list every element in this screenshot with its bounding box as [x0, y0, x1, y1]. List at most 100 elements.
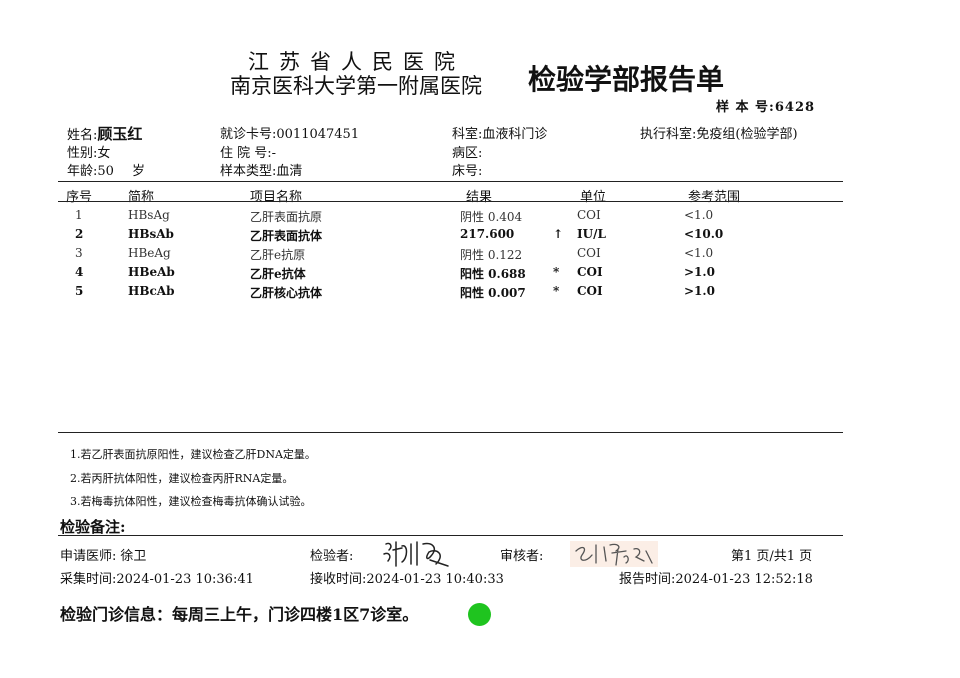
requesting-doctor-label: 申请医师:	[60, 549, 117, 564]
sample-type-value: 血清	[276, 164, 303, 179]
sample-number: 样 本 号:6428	[716, 96, 815, 115]
table-top-rule	[58, 181, 843, 182]
note-3: 3.若梅毒抗体阳性，建议检查梅毒抗体确认试验。	[70, 495, 312, 508]
sample-number-label: 样 本 号:	[716, 100, 775, 115]
receive-time-value: 2024-01-23 10:40:33	[366, 572, 504, 587]
row-abbr: HBsAg	[128, 208, 170, 222]
row-abbr: HBeAb	[128, 265, 175, 279]
card-number: 就诊卡号:0011047451	[220, 123, 359, 142]
sample-type: 样本类型:血清	[220, 160, 302, 179]
row-flag: *	[553, 265, 560, 279]
col-header-result: 结果	[466, 190, 493, 205]
requesting-doctor: 申请医师: 徐卫	[60, 545, 146, 564]
row-name: 乙肝表面抗体	[250, 229, 323, 243]
department: 科室:血液科门诊	[452, 123, 547, 142]
row-range: >1.0	[684, 284, 715, 298]
collect-time-label: 采集时间:	[60, 572, 117, 587]
note-2: 2.若丙肝抗体阳性，建议检查丙肝RNA定量。	[70, 472, 294, 485]
row-seq: 4	[75, 265, 84, 279]
admission-number: 住 院 号:-	[220, 142, 276, 161]
reviewer-signature	[570, 541, 658, 567]
age-unit: 岁	[131, 164, 145, 179]
department-label: 科室:	[452, 127, 483, 142]
card-number-label: 就诊卡号:	[220, 127, 277, 142]
row-abbr: HBeAg	[128, 246, 171, 260]
row-result: 阳性 0.007	[460, 286, 526, 300]
row-abbr: HBcAb	[128, 284, 175, 298]
page-info: 第1 页/共1 页	[731, 549, 813, 564]
tester-signature	[383, 541, 449, 567]
row-seq: 3	[75, 246, 83, 260]
department-value: 血液科门诊	[482, 127, 548, 142]
bed: 床号:	[452, 160, 482, 179]
card-number-value: 0011047451	[276, 127, 360, 142]
remarks-label: 检验备注:	[60, 518, 126, 536]
col-header-abbr: 简称	[128, 190, 155, 205]
collect-time-value: 2024-01-23 10:36:41	[116, 572, 254, 587]
table-header-rule	[58, 201, 843, 202]
table-row: 2 HBsAb 乙肝表面抗体 217.600 ↑ IU/L <10.0	[0, 227, 960, 246]
age-label: 年龄:	[67, 164, 98, 179]
report-time-label: 报告时间:	[619, 572, 676, 587]
patient-name-label: 姓名:	[67, 128, 98, 143]
row-name: 乙肝核心抗体	[250, 286, 323, 300]
exec-department-label: 执行科室:	[640, 127, 697, 142]
report-time-value: 2024-01-23 12:52:18	[675, 572, 813, 587]
row-seq: 2	[75, 227, 84, 241]
reviewer-label: 审核者:	[500, 549, 544, 564]
exec-department: 执行科室:免疫组(检验学部)	[640, 123, 798, 142]
row-result: 阴性 0.122	[460, 248, 523, 262]
requesting-doctor-value: 徐卫	[120, 549, 147, 564]
notes-top-rule	[58, 432, 843, 433]
col-header-name: 项目名称	[250, 190, 303, 205]
report-time: 报告时间:2024-01-23 12:52:18	[619, 568, 813, 587]
sex-label: 性别:	[67, 146, 98, 161]
admission-number-label: 住 院 号:	[220, 146, 272, 161]
table-row: 3 HBeAg 乙肝e抗原 阴性 0.122 COI <1.0	[0, 246, 960, 265]
row-range: <10.0	[684, 227, 724, 241]
row-unit: COI	[577, 284, 603, 298]
admission-number-value: -	[271, 146, 277, 161]
receive-time-label: 接收时间:	[310, 572, 367, 587]
col-header-range: 参考范围	[688, 190, 741, 205]
row-range: >1.0	[684, 265, 715, 279]
row-range: <1.0	[684, 246, 714, 260]
row-result: 阴性 0.404	[460, 210, 523, 224]
report-title: 检验学部报告单	[528, 63, 725, 96]
row-seq: 1	[75, 208, 83, 222]
sample-type-label: 样本类型:	[220, 164, 277, 179]
status-dot-icon	[468, 603, 491, 626]
exec-department-value: 免疫组(检验学部)	[696, 127, 798, 142]
table-row: 4 HBeAb 乙肝e抗体 阳性 0.688 * COI >1.0	[0, 265, 960, 284]
col-header-unit: 单位	[580, 190, 607, 205]
row-result: 217.600	[460, 227, 515, 241]
ward-label: 病区:	[452, 146, 483, 161]
patient-name-value: 顾玉红	[97, 125, 143, 143]
row-flag: ↑	[553, 227, 564, 241]
sample-number-value: 6428	[774, 100, 816, 115]
row-name: 乙肝e抗原	[250, 248, 306, 262]
row-name: 乙肝表面抗原	[250, 210, 323, 224]
row-unit: COI	[577, 246, 601, 260]
ward: 病区:	[452, 142, 482, 161]
col-header-seq: 序号	[66, 190, 93, 205]
row-range: <1.0	[684, 208, 714, 222]
row-name: 乙肝e抗体	[250, 267, 306, 281]
hospital-name-line2: 南京医科大学第一附属医院	[230, 74, 482, 98]
bed-label: 床号:	[452, 164, 483, 179]
age: 年龄:50 岁	[67, 160, 145, 179]
collect-time: 采集时间:2024-01-23 10:36:41	[60, 568, 254, 587]
row-seq: 5	[75, 284, 84, 298]
row-result: 阳性 0.688	[460, 267, 526, 281]
table-row: 5 HBcAb 乙肝核心抗体 阳性 0.007 * COI >1.0	[0, 284, 960, 303]
receive-time: 接收时间:2024-01-23 10:40:33	[310, 568, 504, 587]
row-unit: IU/L	[577, 227, 606, 241]
row-unit: COI	[577, 265, 603, 279]
patient-name: 姓名:顾玉红	[67, 123, 142, 144]
row-abbr: HBsAb	[128, 227, 174, 241]
table-row: 1 HBsAg 乙肝表面抗原 阴性 0.404 COI <1.0	[0, 208, 960, 227]
note-1: 1.若乙肝表面抗原阳性，建议检查乙肝DNA定量。	[70, 448, 316, 461]
sex-value: 女	[97, 146, 111, 161]
clinic-info: 检验门诊信息：每周三上午，门诊四楼1区7诊室。	[60, 605, 419, 624]
row-unit: COI	[577, 208, 601, 222]
